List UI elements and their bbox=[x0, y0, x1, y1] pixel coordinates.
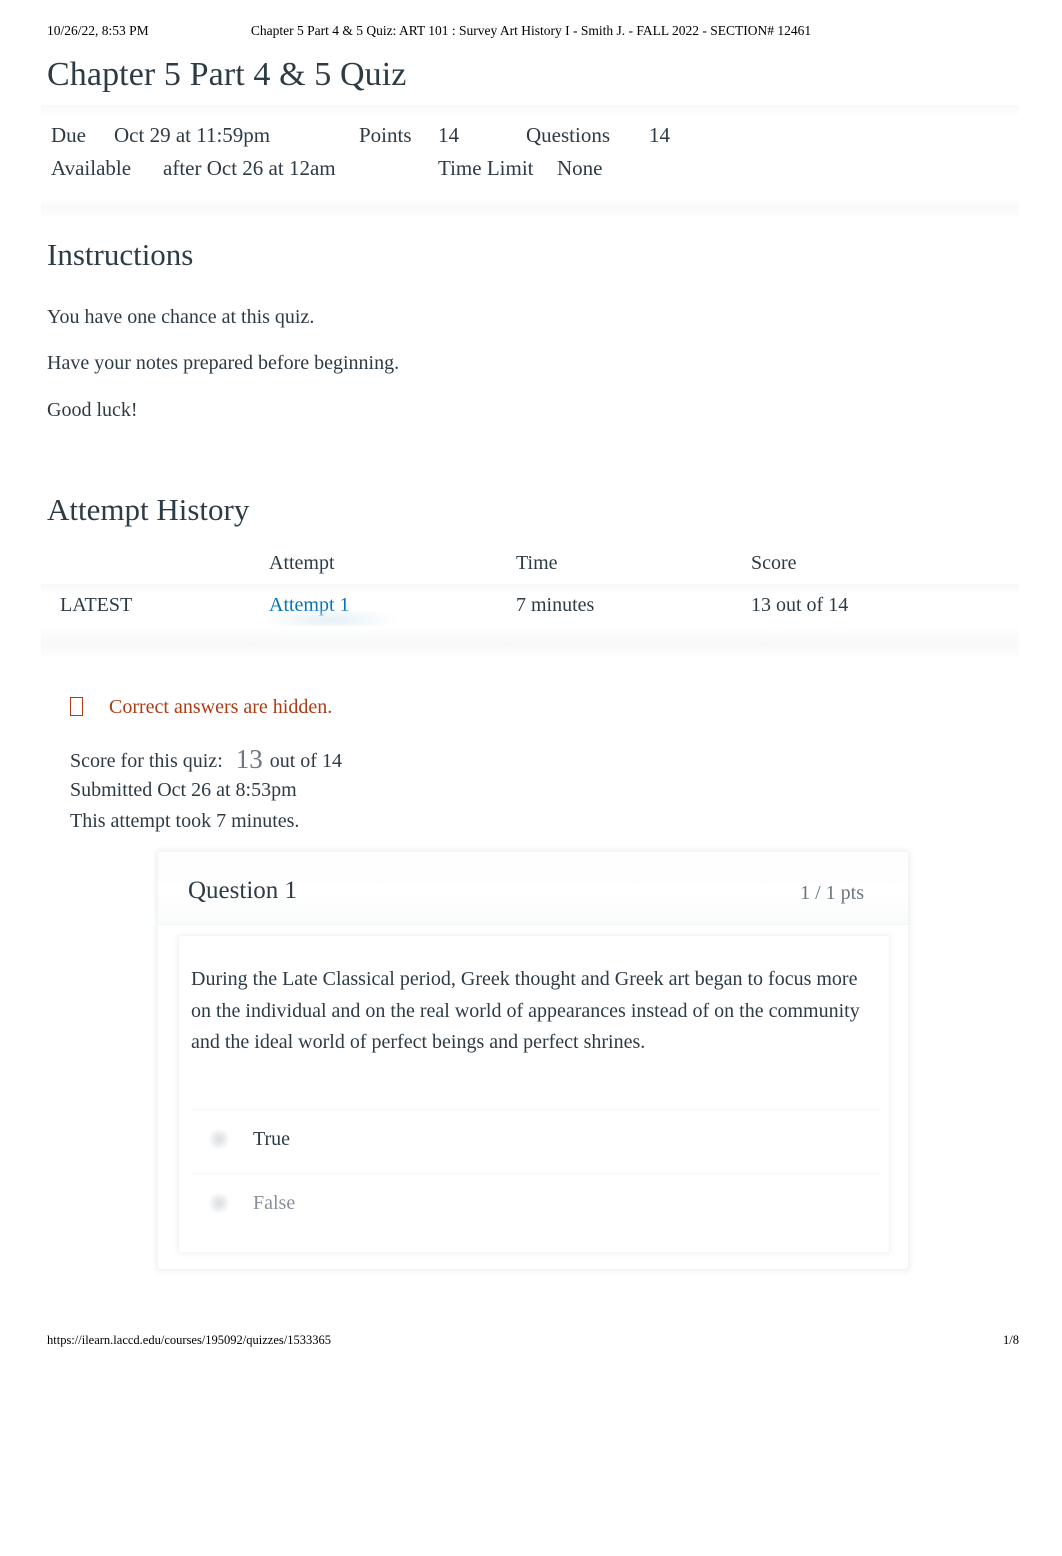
instructions-paragraph: You have one chance at this quiz. bbox=[47, 306, 315, 328]
print-footer-page-number: 1/8 bbox=[1003, 1333, 1019, 1347]
question-header: Question 1 1 / 1 pts bbox=[158, 852, 908, 925]
score-line: Score for this quiz: 13 out of 14 bbox=[70, 744, 342, 775]
answer-option-false[interactable]: False bbox=[191, 1173, 879, 1237]
score-out-of: out of 14 bbox=[269, 750, 342, 772]
printed-quiz-page: 10/26/22, 8:53 PM Chapter 5 Part 4 & 5 Q… bbox=[0, 0, 1062, 1556]
quiz-score-summary: Score for this quiz: 13 out of 14 Submitte… bbox=[70, 744, 342, 837]
meta-bottom-divider bbox=[41, 199, 1019, 217]
instructions-paragraph: Have your notes prepared before beginnin… bbox=[47, 352, 400, 374]
question-points: 1 / 1 pts bbox=[800, 882, 864, 904]
quiz-meta-row-2: Available after Oct 26 at 12am Time Limi… bbox=[41, 152, 1019, 185]
questions-label: Questions bbox=[526, 123, 610, 147]
question-name: Question 1 bbox=[188, 877, 298, 904]
attempt-duration-text: This attempt took 7 minutes. bbox=[70, 810, 300, 832]
page-title: Chapter 5 Part 4 & 5 Quiz bbox=[47, 56, 407, 93]
table-bottom-divider bbox=[41, 626, 1019, 656]
answers-hidden-notice: Correct answers are hidden. bbox=[70, 694, 332, 720]
quiz-meta-panel: Due Oct 29 at 11:59pm Points 14 Question… bbox=[41, 105, 1019, 217]
attempt-history-table: Attempt Time Score LATEST Attempt 1 7 mi… bbox=[41, 548, 1019, 658]
available-value: after Oct 26 at 12am bbox=[163, 156, 336, 180]
duration-line: This attempt took 7 minutes. bbox=[70, 806, 342, 837]
info-box-icon bbox=[70, 697, 83, 716]
print-header: 10/26/22, 8:53 PM Chapter 5 Part 4 & 5 Q… bbox=[0, 23, 1062, 41]
radio-button-icon[interactable] bbox=[209, 1129, 229, 1149]
print-footer: https://ilearn.laccd.edu/courses/195092/… bbox=[0, 1333, 1062, 1351]
points-label: Points bbox=[359, 123, 412, 147]
answer-label: True bbox=[253, 1128, 291, 1150]
attempt-latest-badge: LATEST bbox=[60, 594, 133, 616]
column-header-attempt: Attempt bbox=[269, 552, 335, 574]
print-header-document-title: Chapter 5 Part 4 & 5 Quiz: ART 101 : Sur… bbox=[250, 23, 812, 38]
points-value: 14 bbox=[438, 123, 459, 147]
answer-option-true[interactable]: True bbox=[191, 1109, 879, 1173]
answer-label: False bbox=[253, 1192, 296, 1214]
instructions-paragraph: Good luck! bbox=[47, 399, 138, 421]
radio-button-icon[interactable] bbox=[209, 1193, 229, 1213]
time-limit-value: None bbox=[557, 156, 603, 180]
answers-hidden-text: Correct answers are hidden. bbox=[109, 696, 333, 718]
meta-top-divider bbox=[41, 105, 1019, 117]
submitted-text: Submitted Oct 26 at 8:53pm bbox=[70, 779, 297, 801]
question-text: During the Late Classical period, Greek … bbox=[191, 968, 860, 1053]
table-row: LATEST Attempt 1 7 minutes 13 out of 14 bbox=[41, 586, 1019, 626]
column-header-score: Score bbox=[751, 552, 797, 574]
due-value: Oct 29 at 11:59pm bbox=[114, 123, 271, 147]
attempt-time-value: 7 minutes bbox=[516, 594, 595, 616]
attempt-1-link[interactable]: Attempt 1 bbox=[269, 594, 350, 616]
available-label: Available bbox=[51, 156, 132, 180]
question-container: Question 1 1 / 1 pts During the Late Cla… bbox=[157, 851, 909, 1270]
attempt-history-heading: Attempt History bbox=[47, 492, 250, 527]
table-header-row: Attempt Time Score bbox=[41, 548, 1019, 594]
time-limit-label: Time Limit bbox=[438, 156, 534, 180]
instructions-heading: Instructions bbox=[47, 237, 194, 272]
answer-list: True False bbox=[191, 1109, 879, 1237]
question-body: During the Late Classical period, Greek … bbox=[178, 935, 890, 1253]
attempt-score-value: 13 out of 14 bbox=[751, 594, 849, 616]
quiz-meta-row-1: Due Oct 29 at 11:59pm Points 14 Question… bbox=[41, 119, 1019, 152]
print-footer-url: https://ilearn.laccd.edu/courses/195092/… bbox=[47, 1333, 331, 1347]
score-value: 13 bbox=[235, 744, 263, 774]
quiz-meta-rows: Due Oct 29 at 11:59pm Points 14 Question… bbox=[41, 119, 1019, 185]
due-label: Due bbox=[51, 123, 86, 147]
column-header-time: Time bbox=[516, 552, 558, 574]
questions-value: 14 bbox=[649, 123, 670, 147]
submitted-line: Submitted Oct 26 at 8:53pm bbox=[70, 775, 342, 806]
score-label: Score for this quiz: bbox=[70, 750, 223, 772]
